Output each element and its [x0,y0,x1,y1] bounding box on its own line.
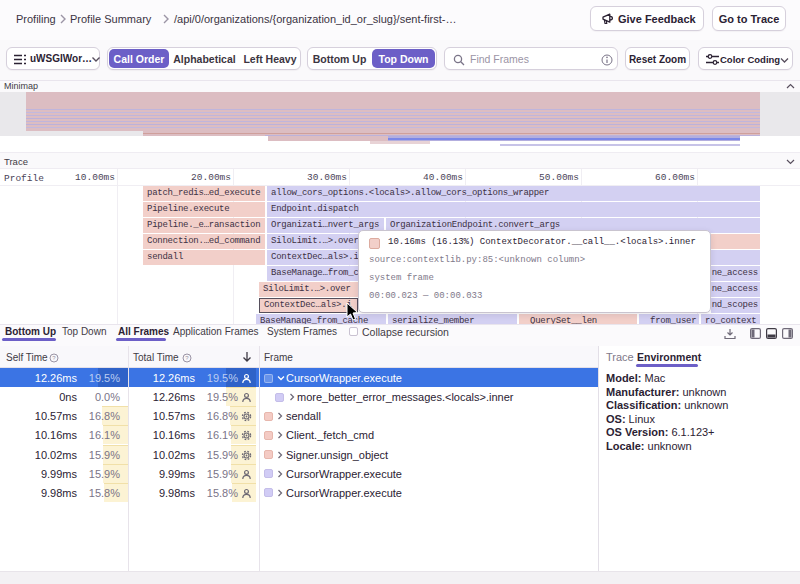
svg-text:?: ? [185,355,189,361]
svg-text:?: ? [52,355,56,361]
